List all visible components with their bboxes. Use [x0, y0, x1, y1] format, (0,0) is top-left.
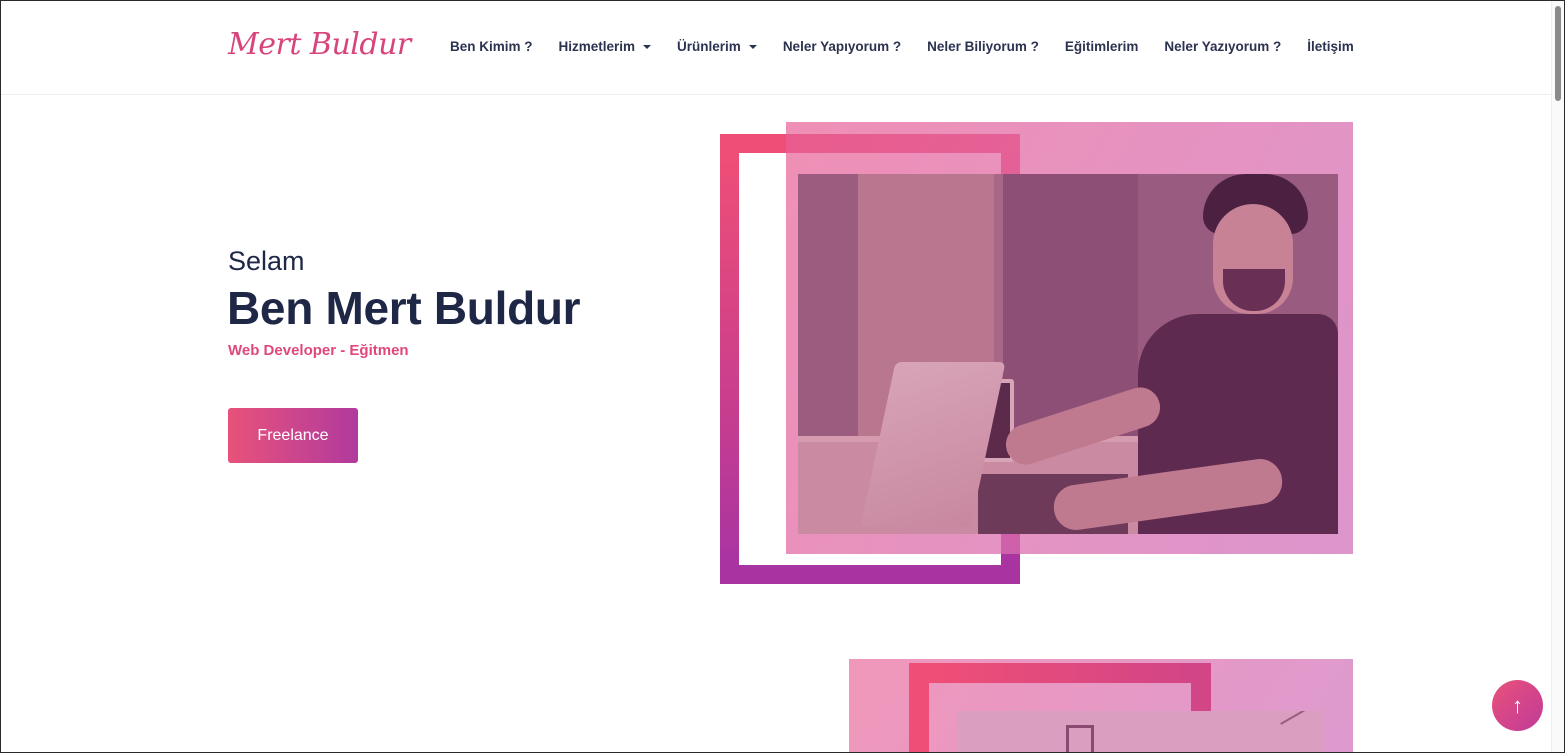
nav-item-neler-biliyorum[interactable]: Neler Biliyorum ? [927, 39, 1039, 54]
hero-name: Ben Mert Buldur [227, 282, 581, 334]
nav-item-label: Neler Biliyorum ? [927, 39, 1039, 54]
hero-greeting: Selam [228, 246, 305, 276]
nav-item-egitimlerim[interactable]: Eğitimlerim [1065, 39, 1139, 54]
browser-page: Mert Buldur Ben Kimim ? Hizmetlerim Ürün… [1, 1, 1564, 752]
hero-role: Web Developer - Eğitmen [228, 342, 409, 359]
section-photo [958, 711, 1323, 752]
nav-item-label: Eğitimlerim [1064, 39, 1139, 54]
caret-down-icon [643, 44, 652, 49]
nav-item-label: Neler Yapıyorum ? [782, 39, 902, 54]
nav-item-label: Neler Yazıyorum ? [1164, 39, 1282, 54]
caret-down-icon [748, 44, 757, 49]
nav-item-iletisim[interactable]: İletişim [1307, 39, 1354, 54]
nav-item-label: Ürünlerim [677, 39, 741, 54]
nav-item-ben-kimim[interactable]: Ben Kimim ? [450, 39, 533, 54]
scrollbar[interactable] [1551, 1, 1564, 752]
nav-item-neler-yaziyorum[interactable]: Neler Yazıyorum ? [1164, 39, 1281, 54]
freelance-button[interactable]: Freelance [228, 408, 358, 463]
nav-item-urunlerim[interactable]: Ürünlerim [677, 39, 757, 54]
nav-item-neler-yapiyorum[interactable]: Neler Yapıyorum ? [783, 39, 901, 54]
nav-item-label: Ben Kimim ? [450, 39, 533, 54]
nav-item-hizmetlerim[interactable]: Hizmetlerim [559, 39, 652, 54]
site-header: Mert Buldur Ben Kimim ? Hizmetlerim Ürün… [1, 1, 1552, 95]
nav-item-label: İletişim [1307, 39, 1354, 54]
arrow-up-icon: ↑ [1512, 692, 1523, 718]
scrollbar-thumb[interactable] [1555, 6, 1561, 101]
back-to-top-button[interactable]: ↑ [1492, 680, 1543, 731]
nav-item-label: Hizmetlerim [558, 39, 636, 54]
site-logo[interactable]: Mert Buldur [228, 27, 411, 62]
main-nav: Ben Kimim ? Hizmetlerim Ürünlerim Neler … [450, 39, 1354, 54]
hero-photo [798, 174, 1338, 534]
